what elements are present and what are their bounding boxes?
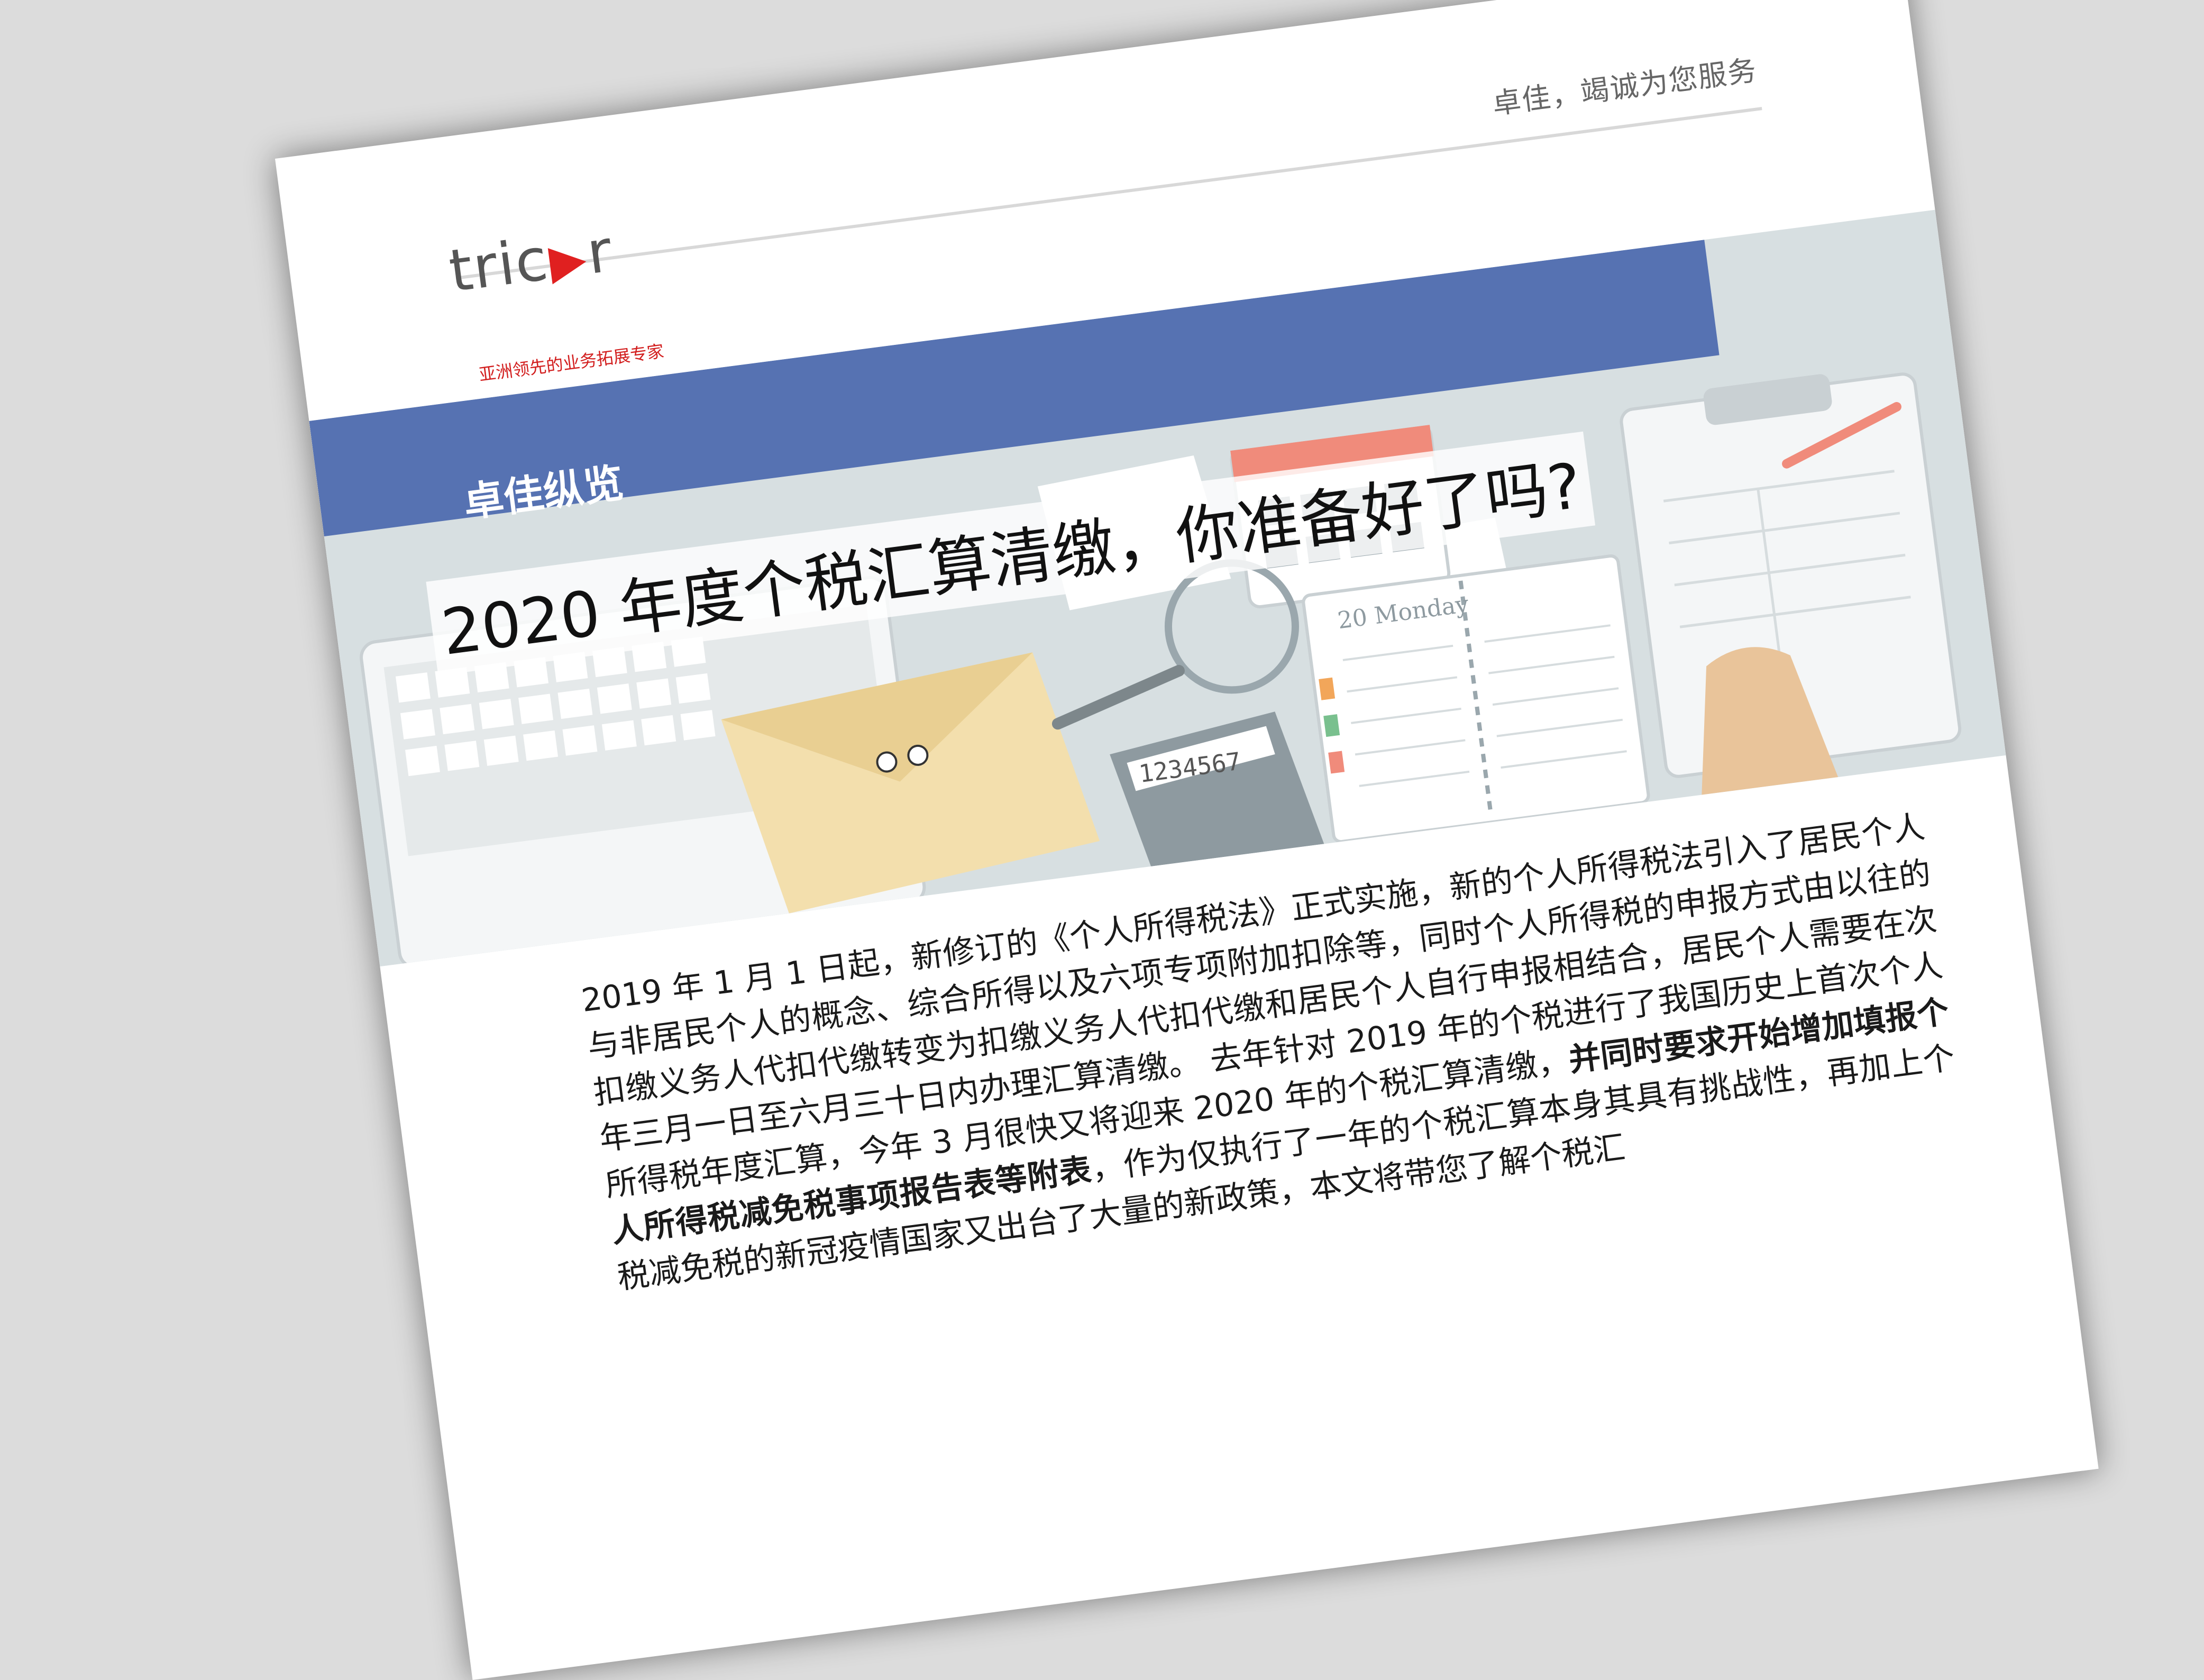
header-divider [455, 107, 1762, 280]
document-page: 卓佳，竭诚为您服务 tric ▶ r 亚洲领先的业务拓展专家 1234567 2… [275, 0, 2099, 1680]
play-icon: ▶ [546, 230, 591, 290]
header-tagline: 卓佳，竭诚为您服务 [1490, 53, 1759, 121]
logo-text-left: tric [445, 225, 553, 305]
calculator-icon: 1234567 [1110, 711, 1324, 866]
planner-icon: 20 Monday [1302, 554, 1650, 844]
tricor-logo: tric ▶ r [445, 217, 617, 305]
